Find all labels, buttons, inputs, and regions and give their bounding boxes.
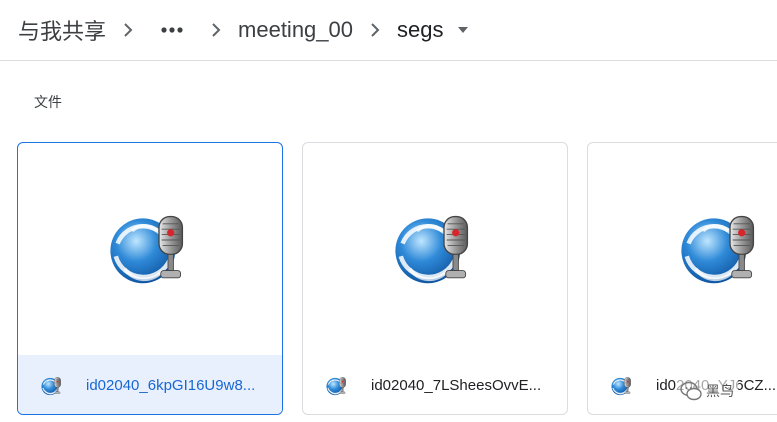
breadcrumb-folder-meeting[interactable]: meeting_00 [238,17,353,43]
files-section-title: 文件 [34,94,62,110]
audio-file-icon [105,204,195,294]
chevron-right-icon [112,18,144,42]
file-card[interactable]: id02040_6kpGI16U9w8... [17,142,283,415]
breadcrumb: 与我共享 meeting_00 segs [0,0,777,60]
header-divider [0,60,777,61]
audio-file-icon [390,204,480,294]
audio-file-type-icon [325,374,349,398]
wechat-logo-icon [680,381,702,401]
folder-menu-dropdown-icon[interactable] [451,18,475,42]
file-card-footer: id02040_7LSheesOvvE... [303,355,567,415]
file-name: id02040_7LSheesOvvE... [371,377,542,394]
file-card[interactable]: id02040_7LSheesOvvE... [302,142,568,415]
file-card[interactable]: id02040_YJ6CZ... [587,142,777,415]
audio-file-type-icon [610,374,634,398]
file-thumbnail [18,143,282,355]
file-thumbnail [588,143,777,355]
breadcrumb-current-folder[interactable]: segs [397,17,443,43]
more-folders-button[interactable] [154,18,190,42]
chevron-right-icon [359,18,391,42]
file-card-footer: id02040_6kpGI16U9w8... [18,355,282,414]
audio-file-icon [676,204,766,294]
watermark: 黑鸟 [676,378,738,404]
file-name: id02040_6kpGI16U9w8... [86,377,256,394]
breadcrumb-shared-with-me[interactable]: 与我共享 [18,14,106,46]
chevron-right-icon [200,18,232,42]
file-thumbnail [303,143,567,355]
watermark-text: 黑鸟 [706,383,734,399]
audio-file-type-icon [40,374,64,398]
